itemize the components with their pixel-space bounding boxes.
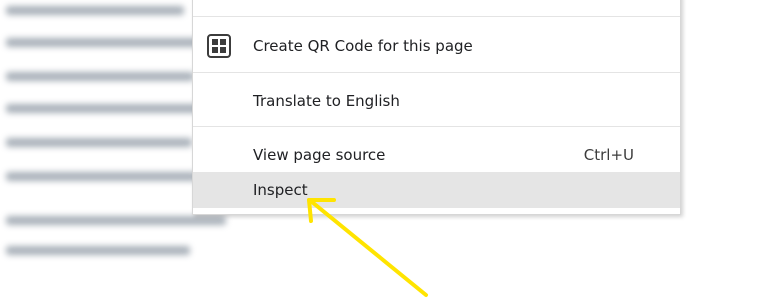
menu-item-label: Inspect	[253, 181, 308, 199]
menu-item-shortcut: Ctrl+U	[583, 146, 634, 164]
menu-divider	[193, 72, 680, 73]
menu-item-label: Create QR Code for this page	[253, 37, 473, 55]
menu-divider	[193, 126, 680, 127]
menu-item-create-qr-code[interactable]: Create QR Code for this page	[193, 28, 680, 64]
menu-item-translate[interactable]: Translate to English	[193, 83, 680, 119]
blurred-line	[6, 6, 184, 15]
menu-item-label: Translate to English	[253, 92, 400, 110]
menu-item-partial[interactable]	[193, 0, 680, 10]
blurred-line	[6, 38, 202, 47]
blurred-line	[6, 246, 190, 255]
blurred-line	[6, 216, 226, 225]
menu-divider	[193, 16, 680, 17]
blurred-line	[6, 104, 206, 113]
menu-item-label: View page source	[253, 146, 386, 164]
blurred-line	[6, 138, 192, 147]
blurred-line	[6, 172, 198, 181]
menu-item-inspect[interactable]: Inspect	[193, 172, 680, 208]
context-menu: Create QR Code for this page Translate t…	[192, 0, 681, 215]
qr-code-icon	[206, 33, 232, 59]
menu-item-view-page-source[interactable]: View page source Ctrl+U	[193, 137, 680, 173]
blurred-line	[6, 72, 194, 81]
